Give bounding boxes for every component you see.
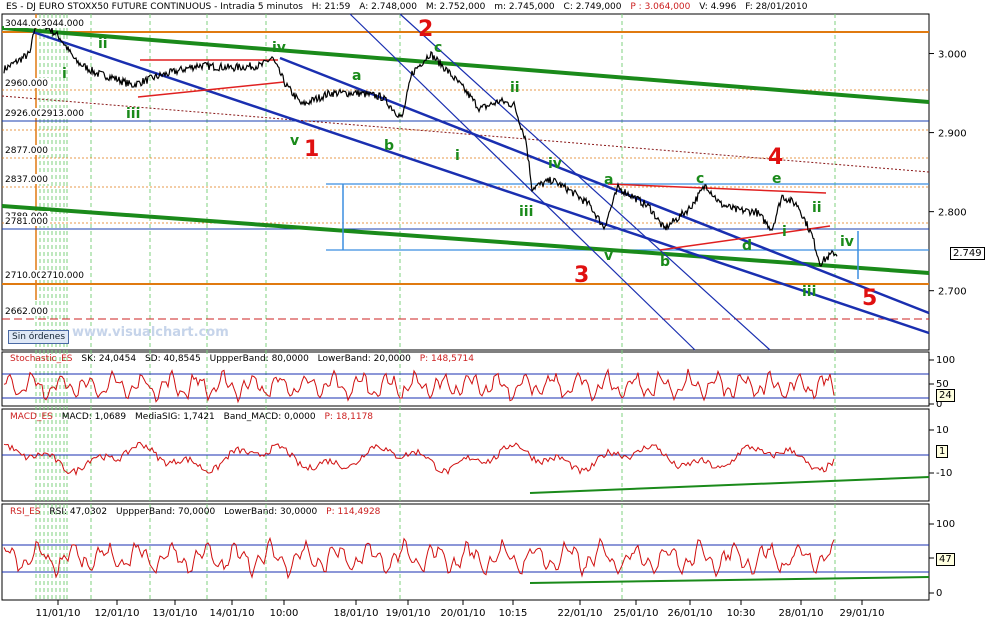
x-axis-tick-label: 18/01/10 [334,608,379,619]
x-axis-tick-label: 29/01/10 [840,608,885,619]
x-axis-tick-label: 19/01/10 [386,608,431,619]
price-axis-tick-label: 2.800 [938,208,967,219]
wave-label-green: iv [272,40,286,56]
wave-label-green: d [742,238,752,254]
macd-signal: MediaSIG: 1,7421 [135,412,215,422]
level-label-2: 2710.000 [41,271,84,281]
sin-ordenes-button[interactable]: Sin órdenes [8,330,70,344]
x-axis-tick-label: 10:00 [270,608,299,619]
x-axis-tick-label: 11/01/10 [36,608,81,619]
wave-label-red: 2 [418,17,433,42]
wave-label-green: ii [812,200,822,216]
rsi-last-label: 47 [936,553,955,566]
wave-label-red: 1 [304,137,319,162]
wave-label-green: b [384,138,394,154]
x-axis-tick-label: 22/01/10 [558,608,603,619]
macd-last-label: 1 [936,445,949,458]
x-axis-tick-label: 28/01/10 [779,608,824,619]
wave-label-green: e [772,171,782,187]
indicator-axis-tick-label: 10 [936,425,949,436]
indicator-axis-tick-label: -10 [936,468,952,479]
stochastic-lower: LowerBand: 20,0000 [317,354,411,364]
chart-header: ES - DJ EURO STOXX50 FUTURE CONTINUOUS -… [6,2,813,12]
level-label: 2662.000 [5,307,48,317]
x-axis-tick-label: 14/01/10 [210,608,255,619]
macd-value: MACD: 1,0689 [61,412,127,422]
x-axis-tick-label: 10:15 [499,608,528,619]
wave-label-green: ii [510,80,520,96]
rsi-value: RSI: 47,0302 [49,507,108,517]
wave-label-red: 4 [768,145,783,170]
stochastic-p: P: 148,5714 [419,354,474,364]
price-axis-tick-label: 2.700 [938,287,967,298]
level-label: 2877.000 [5,146,48,156]
macd-title: MACD_ES [10,412,53,422]
wave-label-green: i [455,148,460,164]
x-axis-tick-label: 20/01/10 [441,608,486,619]
header-high: M: 2.752,000 [425,2,486,12]
wave-label-red: 5 [862,286,877,311]
x-axis-tick-label: 25/01/10 [614,608,659,619]
wave-label-green: iv [548,156,562,172]
wave-label-green: a [352,68,361,84]
rsi-header: RSI_ES RSI: 47,0302 UppperBand: 70,0000 … [10,507,386,517]
wave-label-green: a [604,172,613,188]
rsi-upper: UppperBand: 70,0000 [116,507,216,517]
wave-label-green: c [434,40,442,56]
rsi-p: P: 114,4928 [326,507,381,517]
macd-band: Band_MACD: 0,0000 [223,412,316,422]
x-axis-tick-label: 10:30 [727,608,756,619]
wave-label-green: v [290,133,299,149]
header-date: F: 28/01/2010 [745,2,808,12]
macd-header: MACD_ES MACD: 1,0689 MediaSIG: 1,7421 Ba… [10,412,379,422]
level-label: 2960.000 [5,79,48,89]
stochastic-sd: SD: 40,8545 [144,354,201,364]
header-p: P : 3.064,000 [630,2,691,12]
wave-label-green: c [696,171,704,187]
wave-label-green: i [62,66,67,82]
stochastic-sk: SK: 24,0454 [81,354,137,364]
price-axis-tick-label: 2.900 [938,129,967,140]
x-axis-tick-label: 26/01/10 [668,608,713,619]
price-axis-tick-label: 3.000 [938,50,967,61]
level-label-2: 3044.000 [41,19,84,29]
wave-label-red: 3 [574,263,589,288]
wave-label-green: b [660,254,670,270]
stochastic-upper: UppperBand: 80,0000 [209,354,309,364]
rsi-title: RSI_ES [10,507,41,517]
x-axis-tick-label: 12/01/10 [95,608,140,619]
watermark: www.visualchart.com [72,325,229,340]
wave-label-green: iii [126,106,140,122]
wave-label-green: iv [840,234,854,250]
wave-label-green: i [782,224,787,240]
indicator-axis-tick-label: 100 [936,355,955,366]
header-close: C: 2.749,000 [563,2,622,12]
stochastic-header: Stochastic_ES SK: 24,0454 SD: 40,8545 Up… [10,354,480,364]
rsi-panel [1,503,930,601]
level-label-2: 2913.000 [41,109,84,119]
wave-label-green: ii [98,36,108,52]
macd-p: P: 18,1178 [324,412,374,422]
header-low: m: 2.745,000 [494,2,555,12]
level-label: 2837.000 [5,175,48,185]
wave-label-green: v [604,248,613,264]
rsi-lower: LowerBand: 30,0000 [224,507,318,517]
wave-label-green: iii [802,284,816,300]
x-axis-tick-label: 13/01/10 [153,608,198,619]
header-hour: H: 21:59 [311,2,351,12]
price-chart: 3.000 2.900 2.800 2.700 11/01/10 12/01/10 13/… [0,13,994,619]
header-v: V: 4.996 [699,2,737,12]
header-symbol: ES - DJ EURO STOXX50 FUTURE CONTINUOUS -… [6,2,303,12]
indicator-axis-tick-label: 100 [936,519,955,530]
wave-label-green: iii [519,204,533,220]
header-open: A: 2.748,000 [359,2,417,12]
indicator-axis-tick-label: 0 [936,588,942,599]
stochastic-title: Stochastic_ES [10,354,73,364]
level-label: 2781.000 [5,217,48,227]
last-price-label: 2.749 [950,247,985,260]
stochastic-last-label: 24 [936,389,955,402]
